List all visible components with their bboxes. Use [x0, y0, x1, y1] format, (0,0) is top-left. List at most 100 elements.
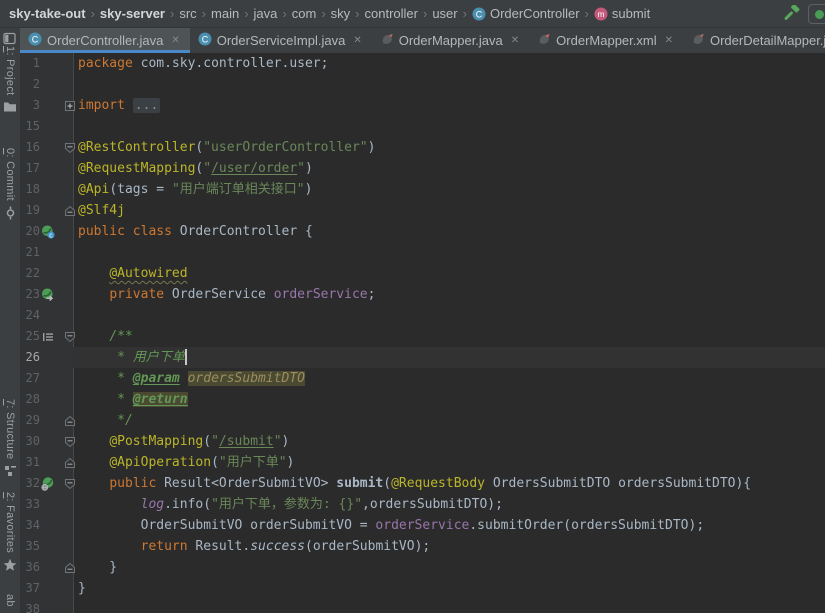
breadcrumb-item-src[interactable]: src [179, 6, 196, 21]
code-text: @ApiOperation("用户下单") [109, 455, 295, 470]
editor-tab[interactable]: OrderMapper.java ✕ [372, 28, 529, 53]
bean-c-icon[interactable]: c [40, 221, 56, 242]
breadcrumb-separator-icon: › [90, 6, 95, 21]
code-line: 17 @RequestMapping("/user/order") [20, 158, 825, 179]
line-number: 2 [32, 77, 40, 91]
java-class-icon: C [198, 32, 212, 49]
code-line: 19 @Slf4j [20, 200, 825, 221]
tab-close-icon[interactable]: ✕ [171, 35, 179, 46]
svg-text:C: C [476, 9, 483, 19]
code-line: 37} [20, 578, 825, 599]
breadcrumb-item-com[interactable]: com [292, 6, 317, 21]
tab-label: OrderMapper.xml [556, 33, 657, 48]
editor-tab[interactable]: C OrderServiceImpl.java ✕ [190, 28, 372, 53]
editor-tab[interactable]: OrderDetailMapper.j✕ [683, 28, 825, 53]
bean-globe-icon[interactable] [40, 473, 56, 494]
fold-marker-slot [56, 578, 78, 599]
fold-marker-slot [56, 284, 78, 305]
line-number: 28 [25, 392, 40, 406]
line-number: 23 [25, 287, 40, 301]
build-hammer-icon[interactable] [782, 5, 800, 23]
fold-marker-slot [56, 515, 78, 536]
editor-tab[interactable]: C OrderController.java ✕ [20, 28, 190, 53]
code-text: @Autowired [109, 266, 188, 281]
tab-label: OrderDetailMapper.j [709, 33, 825, 48]
list-icon[interactable] [40, 326, 56, 347]
editor-tab-bar: C OrderController.java ✕ C OrderServiceImpl.… [20, 28, 825, 53]
breadcrumb-item-sky[interactable]: sky [331, 6, 351, 21]
tab-label: OrderMapper.java [398, 33, 503, 48]
code-text: package com.sky.controller.user; [78, 56, 329, 71]
breadcrumb-separator-icon: › [355, 6, 360, 21]
breadcrumb-separator-icon: › [244, 6, 249, 21]
tool-window-button-structure[interactable]: 7: Structure [0, 399, 20, 482]
fold-marker-slot [56, 389, 78, 410]
tab-close-icon[interactable]: ✕ [665, 35, 673, 46]
tab-close-icon[interactable]: ✕ [353, 35, 361, 46]
fold-marker-slot [56, 179, 78, 200]
tool-window-button-partial[interactable]: ab [0, 594, 20, 607]
code-line: 26 * 用户下单 [20, 347, 825, 368]
fold-marker-up[interactable] [56, 452, 78, 473]
gutter-icon-slot [40, 578, 56, 599]
gutter-icon-slot [40, 557, 56, 578]
svg-text:C: C [32, 34, 39, 44]
breadcrumb-item-controller[interactable]: controller [365, 6, 418, 21]
fold-marker-up[interactable] [56, 557, 78, 578]
breadcrumb-item-submit[interactable]: m submit [594, 6, 650, 21]
code-line: 36 } [20, 557, 825, 578]
fold-marker-down[interactable] [56, 473, 78, 494]
code-line: 18 @Api(tags = "用户端订单相关接口") [20, 179, 825, 200]
breadcrumb-item-java[interactable]: java [254, 6, 278, 21]
breadcrumb-separator-icon: › [462, 6, 467, 21]
line-number: 16 [25, 140, 40, 154]
fold-marker-down[interactable] [56, 431, 78, 452]
tab-close-icon[interactable]: ✕ [511, 35, 519, 46]
bean-arrow-icon[interactable] [40, 284, 56, 305]
line-number: 17 [25, 161, 40, 175]
gutter-icon-slot [40, 494, 56, 515]
gutter-icon-slot [40, 263, 56, 284]
code-line: 38 [20, 599, 825, 613]
editor-tab[interactable]: OrderMapper.xml ✕ [529, 28, 683, 53]
code-text: */ [78, 413, 133, 428]
svg-text:c: c [49, 232, 53, 238]
breadcrumb-item-ordercontroller[interactable]: C OrderController [472, 6, 580, 21]
fold-marker-up[interactable] [56, 200, 78, 221]
method-icon: m [594, 7, 608, 21]
fold-marker-plus[interactable] [56, 95, 78, 116]
code-line: 34 OrderSubmitVO orderSubmitVO = orderSe… [20, 515, 825, 536]
line-number: 37 [25, 581, 40, 595]
gutter-icon-slot [40, 305, 56, 326]
breadcrumb-item-main[interactable]: main [211, 6, 239, 21]
code-line: 28 * @return [20, 389, 825, 410]
fold-marker-down[interactable] [56, 137, 78, 158]
breadcrumb-separator-icon: › [422, 6, 428, 21]
gutter-icon-slot [40, 452, 56, 473]
line-number: 36 [25, 560, 40, 574]
fold-marker-down[interactable] [56, 326, 78, 347]
code-editor[interactable]: 1 package com.sky.controller.user; 2 3 impor… [20, 53, 825, 613]
tool-window-button-favorites[interactable]: 2: Favorites [0, 492, 20, 577]
code-line: 23 private OrderService orderService; [20, 284, 825, 305]
gutter-icon-slot [40, 515, 56, 536]
breadcrumb-separator-icon: › [282, 6, 287, 21]
breadcrumb-item-sky-take-out[interactable]: sky-take-out [9, 6, 86, 21]
gutter-icon-slot [40, 536, 56, 557]
line-number: 15 [25, 119, 40, 133]
fold-marker-up[interactable] [56, 410, 78, 431]
code-line: 2 [20, 74, 825, 95]
line-number: 29 [25, 413, 40, 427]
code-line: 32 public Result<OrderSubmitVO> submit(@… [20, 473, 825, 494]
code-text: @Api(tags = "用户端订单相关接口") [78, 182, 313, 197]
code-line: 29 */ [20, 410, 825, 431]
svg-text:C: C [201, 34, 208, 44]
breadcrumb-item-sky-server[interactable]: sky-server [100, 6, 165, 21]
breadcrumb-item-user[interactable]: user [432, 6, 457, 21]
code-line: 27 * @param ordersSubmitDTO [20, 368, 825, 389]
run-configuration-widget[interactable] [808, 4, 825, 24]
tool-window-button-commit[interactable]: 0: Commit [0, 148, 20, 225]
tool-window-button-project[interactable]: 1: Project [0, 46, 20, 118]
code-text: } [78, 581, 86, 596]
code-line: 1 package com.sky.controller.user; [20, 53, 825, 74]
